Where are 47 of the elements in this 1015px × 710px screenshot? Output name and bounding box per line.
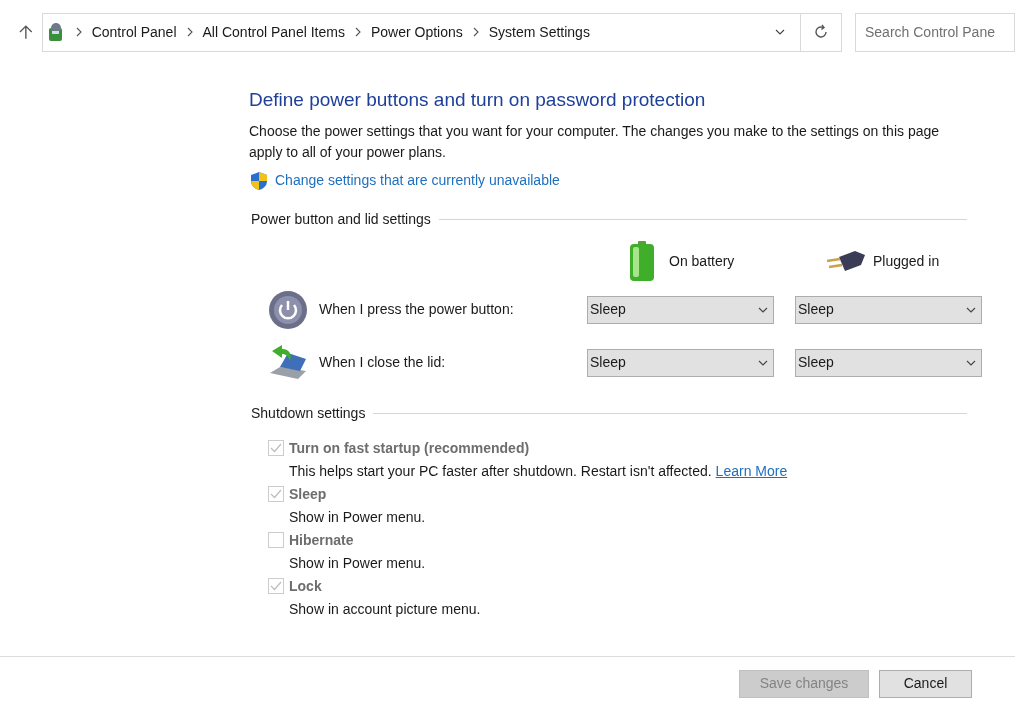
option-description: This helps start your PC faster after shutdown. Restart isn't affected. [289, 461, 712, 481]
option-label: Hibernate [289, 530, 354, 550]
chevron-down-icon [758, 306, 768, 313]
option-description: Show in Power menu. [289, 507, 426, 527]
chevron-down-icon [966, 359, 976, 366]
up-arrow-icon[interactable] [19, 24, 33, 40]
chevron-down-icon [966, 306, 976, 313]
section-heading: Power button and lid settings [251, 210, 431, 229]
action-dropdown[interactable]: Sleep [587, 295, 774, 324]
breadcrumb-item[interactable]: Power Options [370, 21, 463, 43]
plug-icon [825, 249, 865, 273]
power-icon [268, 289, 308, 330]
check-icon [270, 489, 282, 499]
chevron-down-icon [775, 29, 785, 35]
breadcrumb-separator-icon [354, 27, 361, 37]
option-description: Show in Power menu. [289, 553, 426, 573]
breadcrumb-item[interactable]: Control Panel [91, 21, 177, 43]
action-dropdown[interactable]: Sleep [795, 348, 982, 377]
breadcrumb-item[interactable]: All Control Panel Items [202, 21, 345, 43]
check-icon [270, 443, 282, 453]
breadcrumb-separator-icon [75, 27, 82, 37]
shield-icon [249, 170, 269, 191]
breadcrumb-separator-icon [186, 27, 193, 37]
row-label: When I close the lid: [319, 353, 447, 372]
address-bar[interactable]: Control Panel All Control Panel Items Power Options System Settings [41, 12, 842, 52]
action-dropdown[interactable]: Sleep [795, 295, 982, 324]
change-settings-link[interactable]: Change settings that are currently unavailable [275, 170, 560, 191]
option-label: Turn on fast startup (recommended) [289, 438, 530, 458]
page-description: Choose the power settings that you want for your computer. The changes you make to the settings on this page apply to all of your power plans. [249, 122, 941, 162]
refresh-icon [813, 24, 829, 40]
check-icon [270, 581, 282, 591]
option-label: Sleep [289, 484, 327, 504]
column-header: Plugged in [873, 251, 940, 271]
page-title: Define power buttons and turn on password protection [249, 88, 707, 112]
section-heading: Shutdown settings [251, 404, 366, 423]
battery-icon [629, 241, 655, 281]
laptop-lid-icon [268, 344, 308, 381]
search-field[interactable]: Search Control Pane [855, 12, 1015, 52]
row-label: When I press the power button: [319, 300, 515, 319]
breadcrumb-item[interactable]: System Settings [488, 21, 590, 43]
action-dropdown[interactable]: Sleep [587, 348, 774, 377]
option-description: Show in account picture menu. [289, 599, 481, 619]
option-label: Lock [289, 576, 322, 596]
cancel-button[interactable]: Cancel [879, 669, 972, 698]
chevron-down-icon [758, 359, 768, 366]
column-header: On battery [669, 251, 735, 271]
breadcrumb-separator-icon [472, 27, 479, 37]
